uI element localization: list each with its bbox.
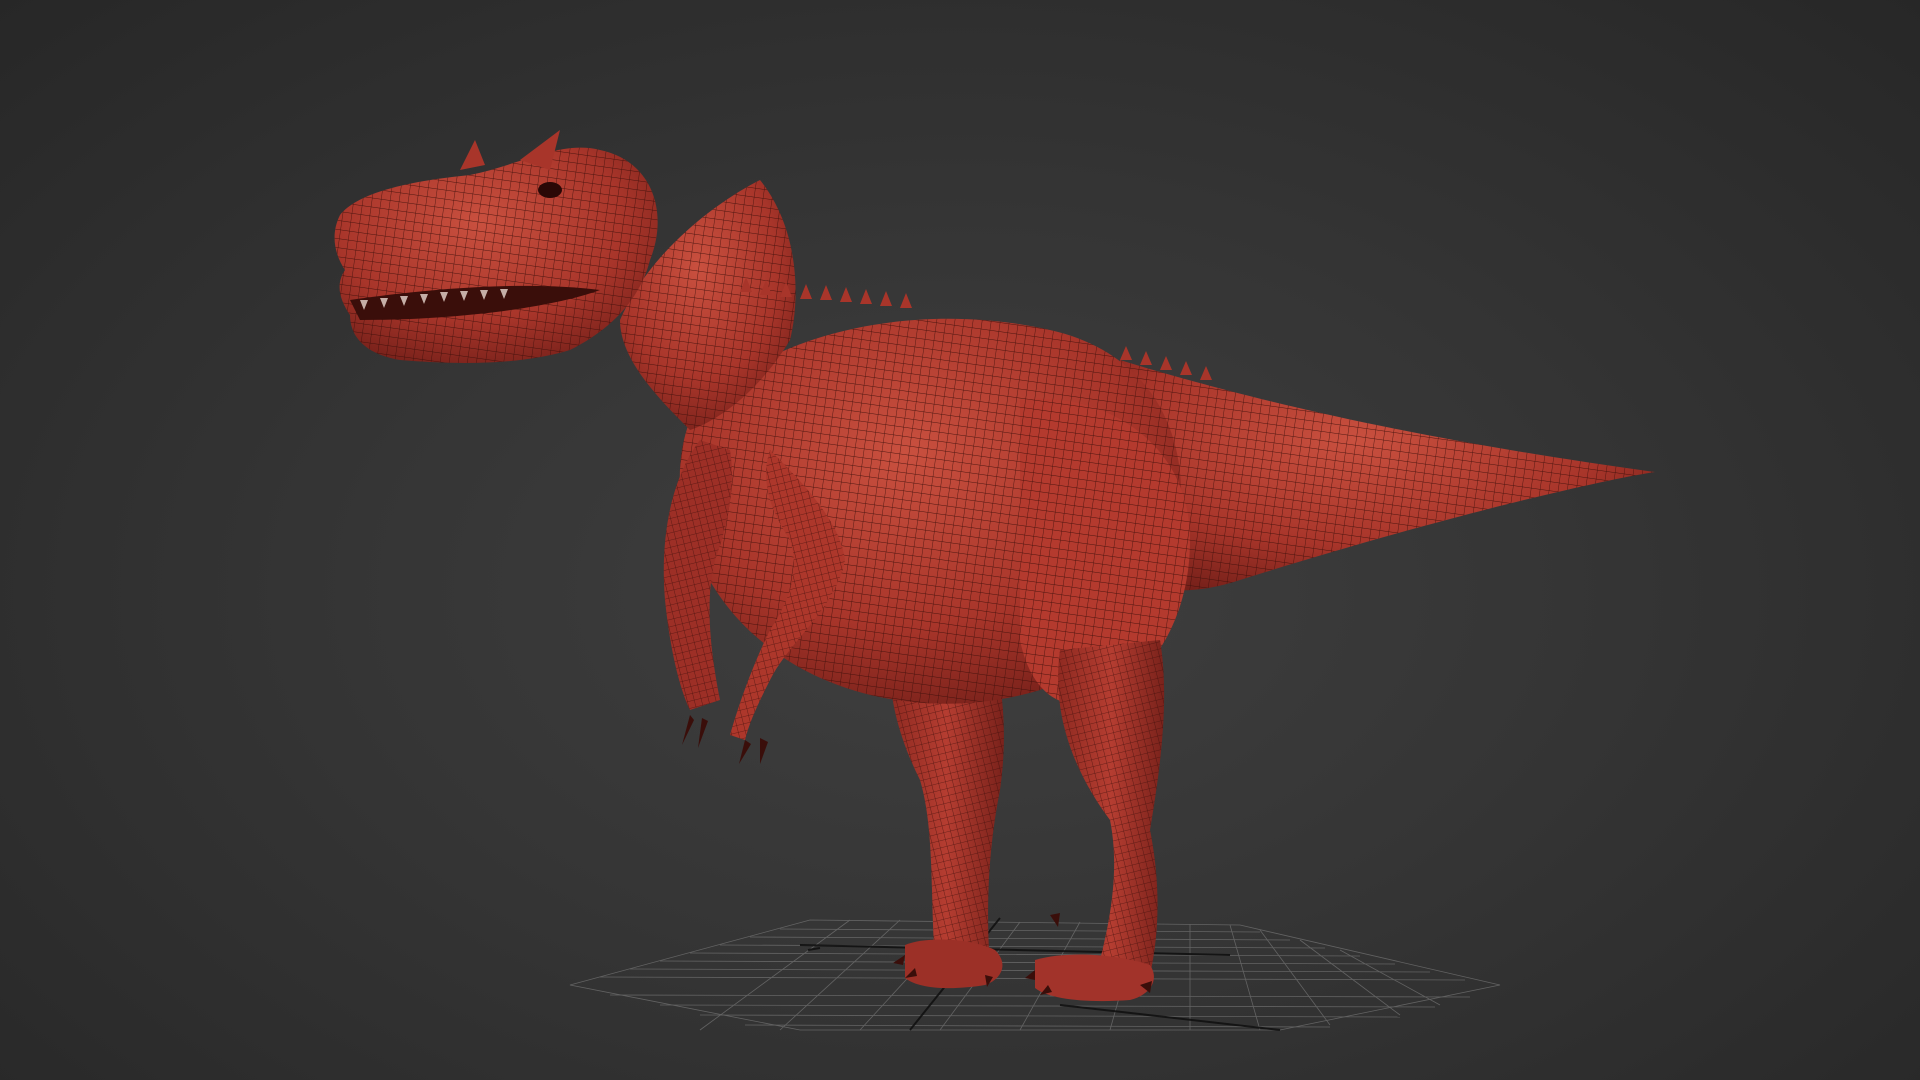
near-foot: [1035, 954, 1154, 1002]
3d-viewport[interactable]: [0, 0, 1920, 1080]
horn-front: [460, 140, 485, 170]
hand-claws: [682, 715, 768, 764]
viewport-canvas[interactable]: [0, 0, 1920, 1080]
dinosaur-mesh[interactable]: [334, 130, 1655, 1002]
eye: [538, 182, 562, 198]
